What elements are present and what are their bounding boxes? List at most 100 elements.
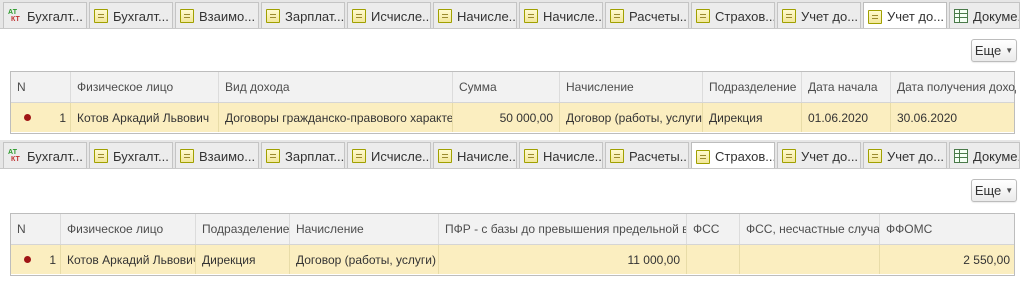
ffoms-cell[interactable]: 2 550,00 (880, 245, 1016, 274)
row-number: 1 (59, 110, 66, 125)
column-header-amount[interactable]: Сумма (453, 72, 560, 102)
tab-label: Учет до... (887, 148, 945, 164)
document-icon (696, 9, 710, 23)
atkt-icon: АТ КТ (8, 149, 20, 163)
tab-label: Взаимо... (199, 148, 256, 164)
column-header-pfr[interactable]: ПФР - с базы до превышения предельной в.… (439, 214, 687, 244)
column-header-income-type[interactable]: Вид дохода (219, 72, 453, 102)
top-tab-6[interactable]: Начисле... (433, 2, 517, 28)
column-header-accrual[interactable]: Начисление (560, 72, 703, 102)
document-icon (782, 149, 796, 163)
document-icon (266, 149, 280, 163)
bottom-tab-6[interactable]: Начисле... (433, 142, 517, 168)
more-button[interactable]: Еще ▼ (971, 179, 1017, 202)
tab-label: Зарплат... (285, 8, 344, 24)
table-row[interactable]: 1 Котов Аркадий Львович Договоры граждан… (11, 103, 1014, 132)
table-row[interactable]: 1 Котов Аркадий Львович Дирекция Договор… (11, 245, 1014, 274)
top-tab-10[interactable]: Учет до... (777, 2, 861, 28)
bottom-tab-11[interactable]: Учет до... (863, 142, 947, 168)
bottom-tab-5[interactable]: Исчисле... (347, 142, 431, 168)
bottom-tab-bar: АТ КТ Бухгалт... Бухгалт... Взаимо... Зар… (0, 140, 1020, 169)
fss-cell[interactable] (687, 245, 740, 274)
department-cell[interactable]: Дирекция (196, 245, 290, 274)
column-header-ffoms[interactable]: ФФОМС (880, 214, 1016, 244)
document-icon (524, 9, 538, 23)
tab-label: Начисле... (543, 148, 602, 164)
column-header-department[interactable]: Подразделение (703, 72, 802, 102)
tab-label: Бухгалт... (113, 148, 169, 164)
caret-down-icon: ▼ (1005, 186, 1014, 195)
column-header-start-date[interactable]: Дата начала (802, 72, 891, 102)
tab-label: Учет до... (801, 148, 859, 164)
top-tab-3[interactable]: Взаимо... (175, 2, 259, 28)
bottom-tab-9[interactable]: Страхов... (691, 142, 775, 168)
column-header-fss[interactable]: ФСС (687, 214, 740, 244)
top-panel: АТ КТ Бухгалт... Бухгалт... Взаимо... Зар… (0, 0, 1020, 140)
bottom-tab-1[interactable]: АТ КТ Бухгалт... (3, 142, 87, 168)
tab-label: Учет до... (887, 9, 945, 24)
column-header-person[interactable]: Физическое лицо (71, 72, 219, 102)
top-tab-4[interactable]: Зарплат... (261, 2, 345, 28)
top-tab-12[interactable]: Докуме... (949, 2, 1020, 28)
document-icon (782, 9, 796, 23)
tab-label: Бухгалт... (27, 8, 83, 24)
top-tab-8[interactable]: Расчеты... (605, 2, 689, 28)
tab-label: Расчеты... (629, 8, 688, 24)
start-date-cell[interactable]: 01.06.2020 (802, 103, 891, 132)
income-date-cell[interactable]: 30.06.2020 (891, 103, 1016, 132)
column-header-department[interactable]: Подразделение (196, 214, 290, 244)
accrual-cell[interactable]: Договор (работы, услуги) (560, 103, 703, 132)
pfr-cell[interactable]: 11 000,00 (439, 245, 687, 274)
document-icon (610, 9, 624, 23)
tab-label: Расчеты... (629, 148, 688, 164)
top-table: N Физическое лицо Вид дохода Сумма Начис… (10, 71, 1016, 134)
document-icon (94, 149, 108, 163)
column-header-fss-accident[interactable]: ФСС, несчастные случаи (740, 214, 880, 244)
bottom-tab-12[interactable]: Докуме... (949, 142, 1020, 168)
bottom-tab-2[interactable]: Бухгалт... (89, 142, 173, 168)
more-button-label: Еще (974, 43, 1002, 58)
column-header-accrual[interactable]: Начисление (290, 214, 439, 244)
more-button[interactable]: Еще ▼ (971, 39, 1017, 62)
document-icon (266, 9, 280, 23)
top-tab-7[interactable]: Начисле... (519, 2, 603, 28)
tab-label: Начисле... (457, 148, 516, 164)
column-header-income-date[interactable]: Дата получения дохода (891, 72, 1016, 102)
table-header: N Физическое лицо Вид дохода Сумма Начис… (11, 72, 1016, 103)
income-type-cell[interactable]: Договоры гражданско-правового характера (219, 103, 453, 132)
tab-label: Исчисле... (371, 8, 430, 24)
document-icon (352, 149, 366, 163)
more-button-label: Еще (974, 183, 1002, 198)
tab-label: Зарплат... (285, 148, 344, 164)
column-header-n[interactable]: N (11, 72, 71, 102)
accrual-cell[interactable]: Договор (работы, услуги) (290, 245, 439, 274)
tab-label: Взаимо... (199, 8, 256, 24)
column-header-person[interactable]: Физическое лицо (61, 214, 196, 244)
top-tab-2[interactable]: Бухгалт... (89, 2, 173, 28)
fss-accident-cell[interactable] (740, 245, 880, 274)
amount-cell[interactable]: 50 000,00 (453, 103, 560, 132)
document-icon (524, 149, 538, 163)
document-icon (352, 9, 366, 23)
bottom-tab-8[interactable]: Расчеты... (605, 142, 689, 168)
column-header-n[interactable]: N (11, 214, 61, 244)
person-cell[interactable]: Котов Аркадий Львович (61, 245, 196, 274)
top-tab-11[interactable]: Учет до... (863, 2, 947, 28)
tab-label: Исчисле... (371, 148, 430, 164)
bottom-tab-4[interactable]: Зарплат... (261, 142, 345, 168)
top-tab-1[interactable]: АТ КТ Бухгалт... (3, 2, 87, 28)
top-tab-bar: АТ КТ Бухгалт... Бухгалт... Взаимо... Зар… (0, 0, 1020, 29)
bottom-tab-7[interactable]: Начисле... (519, 142, 603, 168)
tab-label: Докуме... (973, 148, 1019, 164)
tab-label: Начисле... (543, 8, 602, 24)
person-cell[interactable]: Котов Аркадий Львович (71, 103, 219, 132)
document-icon (868, 9, 882, 24)
bottom-tab-10[interactable]: Учет до... (777, 142, 861, 168)
top-tab-9[interactable]: Страхов... (691, 2, 775, 28)
bottom-tab-3[interactable]: Взаимо... (175, 142, 259, 168)
table-icon (954, 149, 968, 163)
department-cell[interactable]: Дирекция (703, 103, 802, 132)
tab-label: Учет до... (801, 8, 859, 24)
document-icon (696, 149, 710, 164)
top-tab-5[interactable]: Исчисле... (347, 2, 431, 28)
